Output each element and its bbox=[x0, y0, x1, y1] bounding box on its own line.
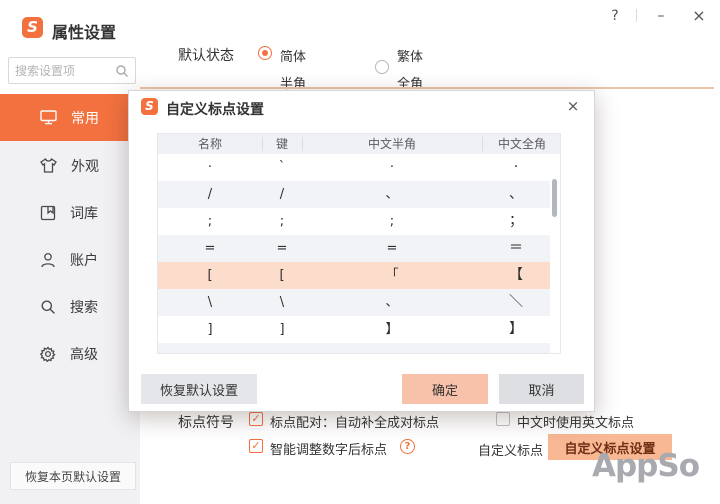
table-row[interactable]: · ` · · bbox=[158, 154, 550, 181]
cell-key: [ bbox=[262, 262, 302, 289]
checkbox-english-punct-label: 中文时使用英文标点 bbox=[517, 412, 634, 431]
cell-full: 、 bbox=[482, 181, 550, 208]
search-icon bbox=[115, 64, 129, 78]
checkbox-punct-pairing-label: 标点配对：自动补全成对标点 bbox=[270, 412, 439, 431]
dialog-logo-icon: S bbox=[141, 98, 158, 115]
table-row[interactable]: / / 、 、 bbox=[158, 181, 550, 208]
col-header-fullwidth: 中文全角 bbox=[482, 134, 561, 154]
cell-full: ＝ bbox=[482, 235, 550, 262]
col-header-halfwidth: 中文半角 bbox=[302, 134, 482, 154]
col-header-name: 名称 bbox=[158, 134, 262, 154]
window-title: 属性设置 bbox=[52, 19, 116, 43]
sidebar-item-appearance[interactable]: 外观 bbox=[0, 142, 140, 189]
table-row[interactable]: = = = ＝ bbox=[158, 235, 550, 262]
cell-half: 「 bbox=[302, 262, 482, 289]
sidebar-item-label: 词库 bbox=[70, 203, 98, 223]
dialog-title: 自定义标点设置 bbox=[166, 99, 264, 119]
sidebar-item-advanced[interactable]: 高级 bbox=[0, 330, 140, 377]
radio-traditional[interactable] bbox=[375, 60, 389, 74]
cell-key: ; bbox=[262, 208, 302, 235]
table-row-selected[interactable]: [ [ 「 【 bbox=[158, 262, 550, 289]
cell-key: / bbox=[262, 181, 302, 208]
sidebar-item-label: 搜索 bbox=[70, 297, 98, 317]
cell-name: [ bbox=[158, 262, 262, 289]
punctuation-label: 标点符号 bbox=[178, 412, 234, 432]
minimize-button[interactable]: – bbox=[652, 7, 670, 25]
settings-search-box[interactable] bbox=[8, 57, 136, 84]
cell-key: \ bbox=[262, 289, 302, 316]
close-button[interactable]: × bbox=[690, 7, 708, 25]
cell-name: ] bbox=[158, 316, 262, 343]
sidebar-item-account[interactable]: 账户 bbox=[0, 236, 140, 283]
table-row-partial bbox=[158, 343, 550, 354]
cell-name: = bbox=[158, 235, 262, 262]
sidebar-item-dictionary[interactable]: 词库 bbox=[0, 189, 140, 236]
cell-half: = bbox=[302, 235, 482, 262]
cell-half: 、 bbox=[302, 181, 482, 208]
dictionary-icon bbox=[40, 205, 56, 221]
cell-key: ` bbox=[262, 154, 302, 181]
table-row[interactable]: ; ; ; ； bbox=[158, 208, 550, 235]
cell-key: ] bbox=[262, 316, 302, 343]
restore-page-defaults-button[interactable]: 恢复本页默认设置 bbox=[10, 462, 136, 490]
sidebar-item-label: 外观 bbox=[71, 156, 99, 176]
cell-full: ＼ bbox=[482, 289, 550, 316]
sidebar-item-label: 常用 bbox=[71, 108, 99, 128]
sidebar-item-label: 账户 bbox=[70, 250, 98, 270]
checkbox-smart-adjust[interactable]: ✓ bbox=[249, 439, 263, 453]
cell-name: ; bbox=[158, 208, 262, 235]
table-row[interactable]: ] ] 】 】 bbox=[158, 316, 550, 343]
checkbox-smart-adjust-label: 智能调整数字后标点 bbox=[270, 439, 387, 458]
table-row[interactable]: \ \ 、 ＼ bbox=[158, 289, 550, 316]
ok-button[interactable]: 确定 bbox=[402, 374, 488, 404]
cell-half: ; bbox=[302, 208, 482, 235]
checkbox-punct-pairing[interactable]: ✓ bbox=[249, 412, 263, 426]
appso-watermark: AppSo bbox=[592, 448, 699, 484]
radio-simplified[interactable] bbox=[258, 46, 272, 60]
user-icon bbox=[40, 252, 56, 268]
checkbox-english-punct[interactable]: ✓ bbox=[496, 412, 510, 426]
cancel-button[interactable]: 取消 bbox=[499, 374, 584, 404]
punctuation-table: 名称 键 中文半角 中文全角 · ` · · / / 、 、 ; bbox=[157, 133, 561, 354]
gear-icon bbox=[40, 346, 56, 362]
help-button[interactable]: ? bbox=[606, 7, 624, 25]
table-header-row: 名称 键 中文半角 中文全角 bbox=[158, 134, 560, 154]
cell-name: · bbox=[158, 154, 262, 181]
search-input[interactable] bbox=[15, 64, 115, 78]
sidebar-item-search[interactable]: 搜索 bbox=[0, 283, 140, 330]
properties-window: ? – × S 属性设置 常用 外观 bbox=[0, 0, 720, 504]
cell-full: 】 bbox=[482, 316, 550, 343]
sidebar: S 属性设置 常用 外观 词库 bbox=[0, 0, 140, 504]
cell-key: = bbox=[262, 235, 302, 262]
tshirt-icon bbox=[40, 158, 57, 173]
search-icon bbox=[40, 299, 56, 315]
sidebar-item-label: 高级 bbox=[70, 344, 98, 364]
cell-full: 【 bbox=[482, 262, 550, 289]
radio-traditional-label: 繁体 bbox=[397, 46, 423, 65]
section-divider bbox=[140, 87, 714, 89]
custom-punctuation-dialog: S 自定义标点设置 × 名称 键 中文半角 中文全角 · ` · · / / bbox=[128, 90, 595, 412]
titlebar-divider bbox=[636, 9, 637, 22]
default-state-label: 默认状态 bbox=[178, 45, 234, 65]
app-logo-icon: S bbox=[22, 17, 43, 38]
cell-half: · bbox=[302, 154, 482, 181]
sidebar-item-common[interactable]: 常用 bbox=[0, 94, 140, 141]
cell-name: \ bbox=[158, 289, 262, 316]
cell-half: 】 bbox=[302, 316, 482, 343]
dialog-close-icon[interactable]: × bbox=[564, 97, 582, 115]
cell-name: / bbox=[158, 181, 262, 208]
help-circle-icon[interactable]: ? bbox=[400, 439, 415, 454]
table-scrollbar[interactable] bbox=[552, 179, 557, 217]
custom-punct-label: 自定义标点 bbox=[478, 440, 543, 459]
monitor-icon bbox=[40, 110, 57, 125]
cell-half: 、 bbox=[302, 289, 482, 316]
cell-full: · bbox=[482, 154, 550, 181]
restore-defaults-button[interactable]: 恢复默认设置 bbox=[141, 374, 257, 404]
cell-full: ； bbox=[482, 208, 550, 235]
col-header-key: 键 bbox=[262, 134, 302, 154]
radio-simplified-label: 简体 bbox=[280, 46, 306, 65]
